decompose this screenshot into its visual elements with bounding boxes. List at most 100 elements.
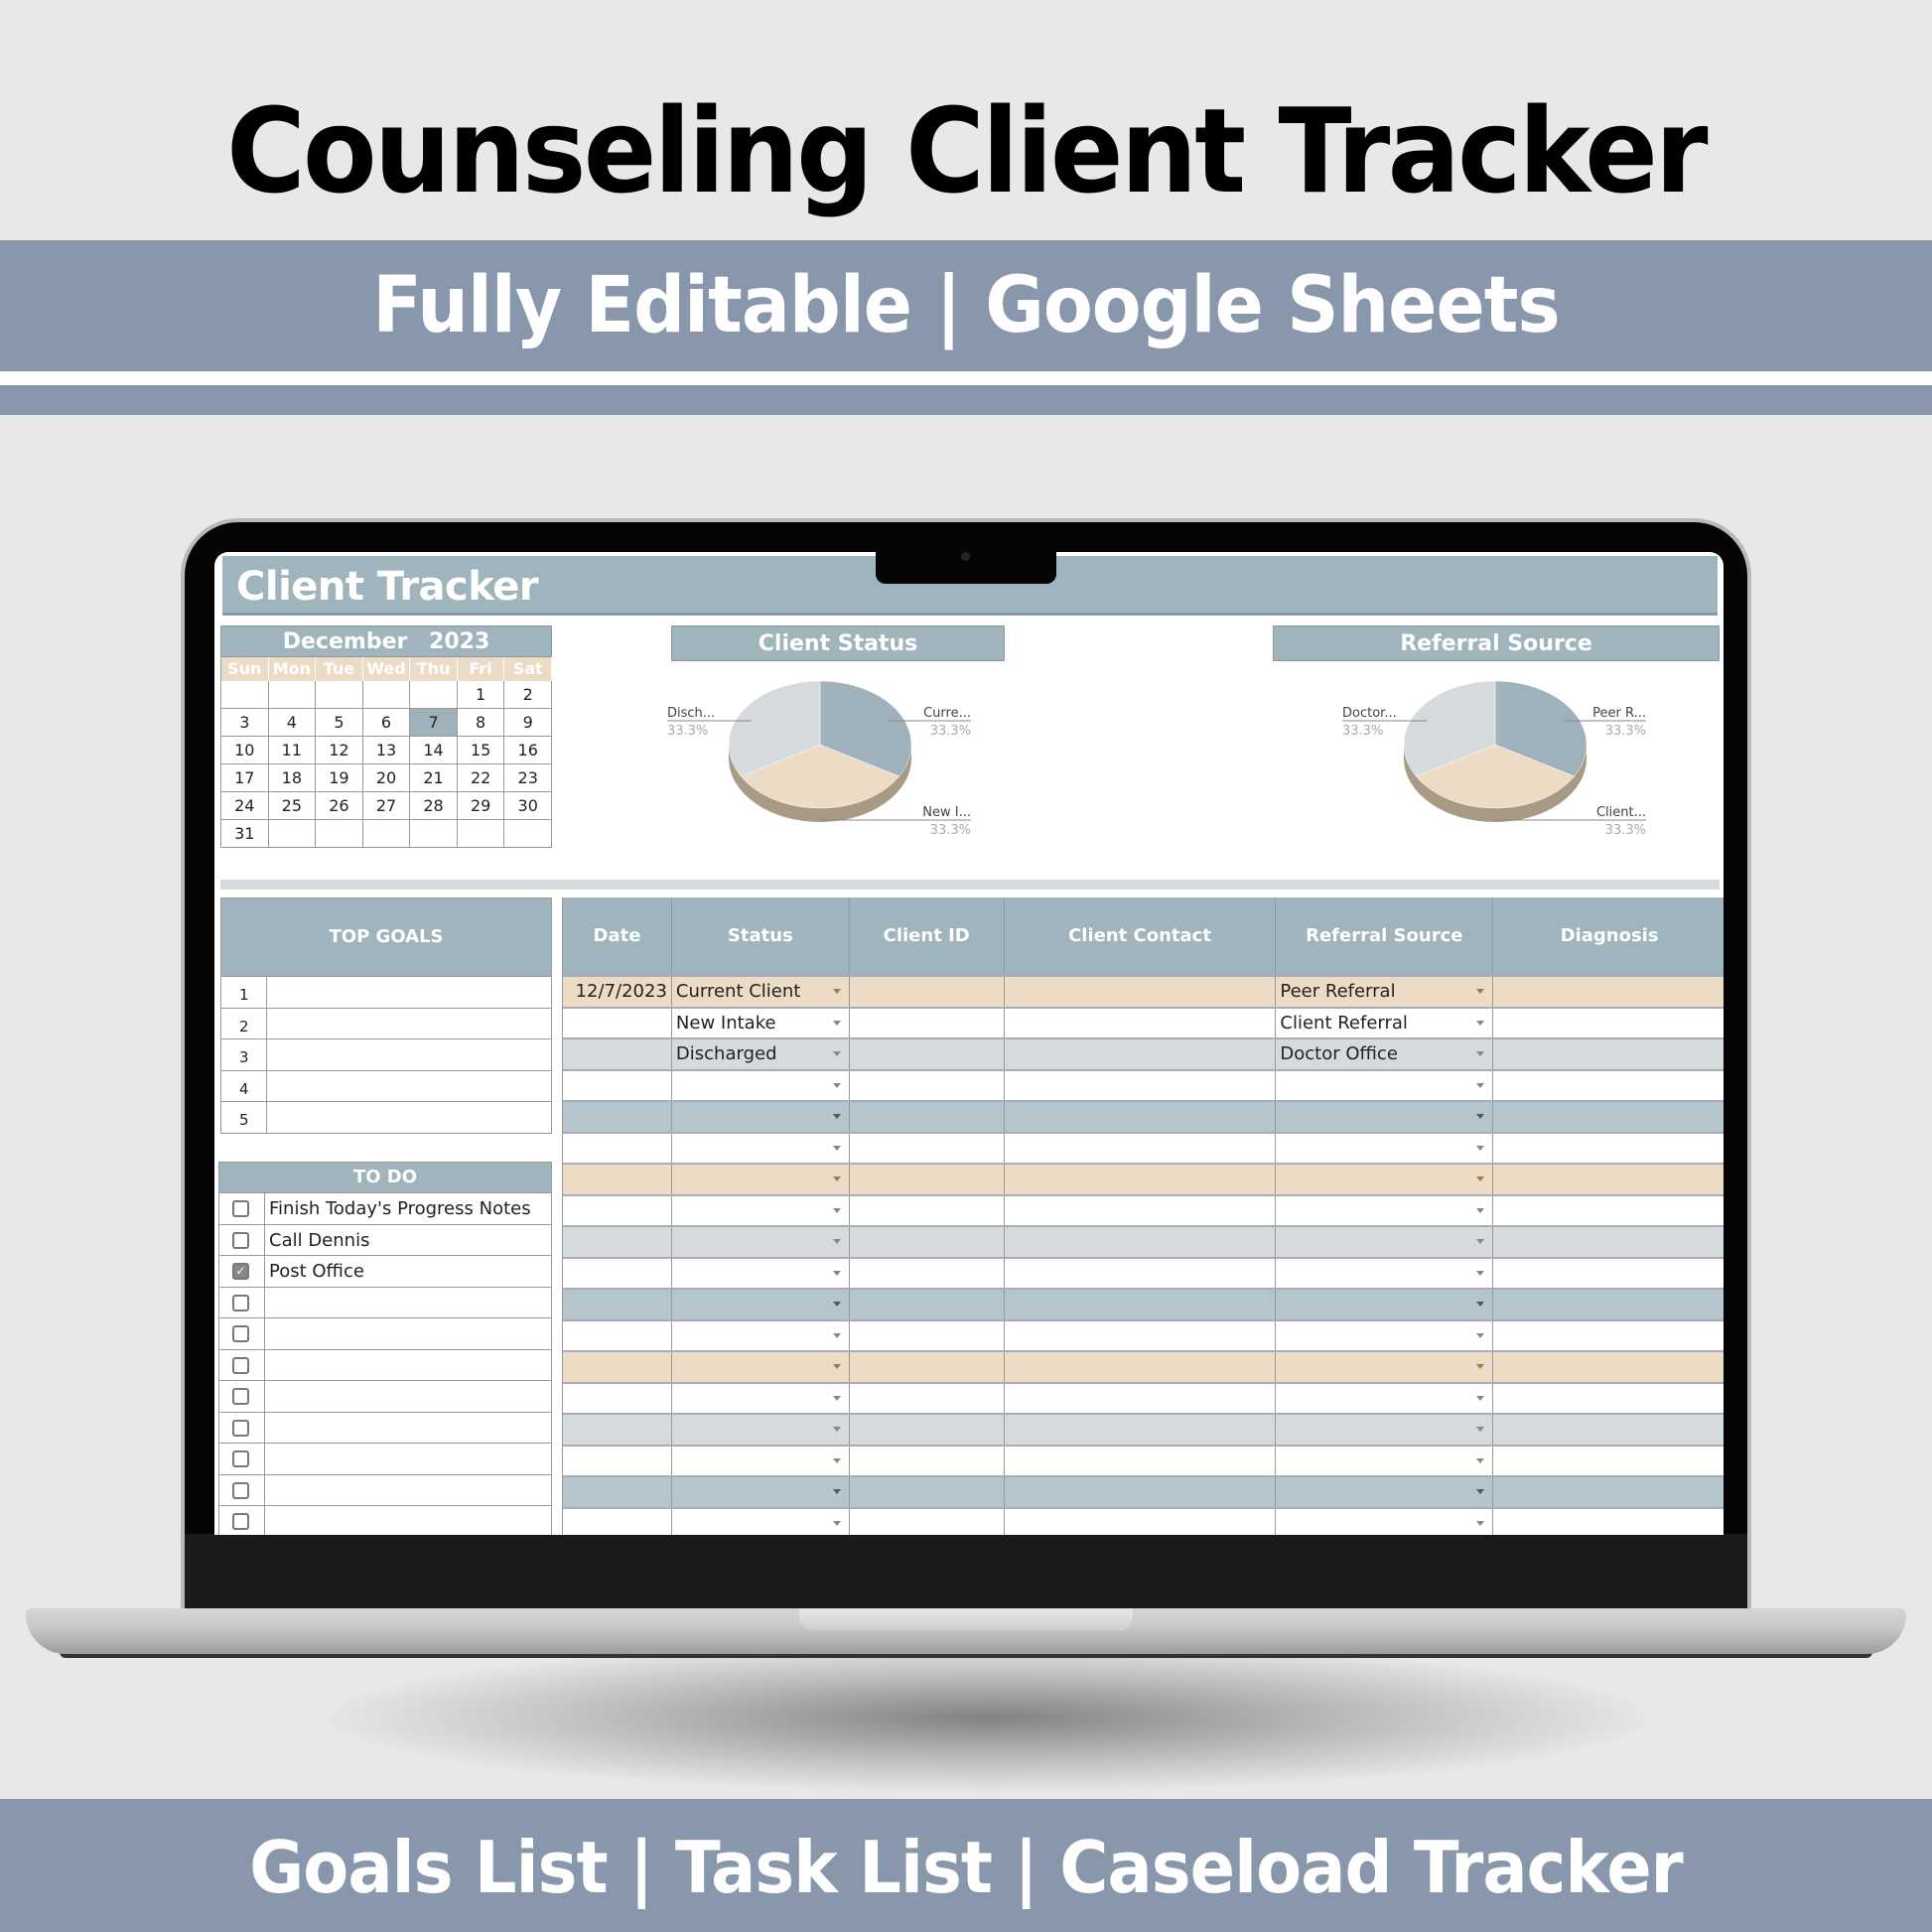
date-cell[interactable]: 12/7/2023 [563,977,672,1007]
client-id-cell[interactable] [850,1477,1005,1507]
status-dropdown[interactable] [672,1290,850,1319]
client-id-cell[interactable] [850,1070,1005,1100]
dropdown-arrow-icon[interactable] [832,1364,841,1369]
diagnosis-cell[interactable] [1493,1102,1724,1132]
dropdown-arrow-icon[interactable] [1476,1332,1485,1338]
calendar-day[interactable]: 17 [221,764,269,792]
checkbox[interactable] [232,1231,249,1249]
diagnosis-cell[interactable] [1493,1134,1724,1164]
diagnosis-cell[interactable] [1493,1321,1724,1351]
client-id-cell[interactable] [850,1008,1005,1037]
client-id-cell[interactable] [850,1133,1005,1163]
column-header-client-contact[interactable]: Client Contact [1005,897,1277,975]
todo-text[interactable] [265,1318,551,1349]
referral-source-dropdown[interactable]: Peer Referral [1276,977,1494,1007]
referral-source-dropdown[interactable] [1276,1290,1494,1319]
calendar-day[interactable]: 12 [316,737,363,764]
checkbox[interactable] [232,1481,249,1499]
todo-text[interactable]: Finish Today's Progress Notes [265,1193,551,1224]
dropdown-arrow-icon[interactable] [832,1332,841,1338]
client-contact-cell[interactable] [1005,1383,1277,1413]
dropdown-arrow-icon[interactable] [1476,1302,1485,1307]
diagnosis-cell[interactable] [1493,1165,1724,1194]
calendar-day[interactable]: 20 [362,764,411,792]
dropdown-arrow-icon[interactable] [832,989,841,994]
client-contact-cell[interactable] [1005,1008,1277,1037]
dropdown-arrow-icon[interactable] [1476,1489,1485,1494]
client-contact-cell[interactable] [1005,1102,1277,1132]
calendar-day[interactable]: 10 [221,737,269,764]
dropdown-arrow-icon[interactable] [832,1051,841,1056]
status-dropdown[interactable] [672,1258,850,1288]
calendar-day[interactable]: 28 [410,792,458,820]
status-dropdown[interactable] [672,1383,850,1413]
calendar-day[interactable]: 11 [268,737,317,764]
referral-source-dropdown[interactable] [1276,1165,1494,1194]
client-contact-cell[interactable] [1005,1320,1277,1350]
checkbox[interactable] [232,1356,249,1374]
date-cell[interactable] [563,1227,672,1257]
referral-source-dropdown[interactable]: Doctor Office [1276,1039,1494,1069]
referral-source-dropdown[interactable] [1276,1508,1494,1535]
dropdown-arrow-icon[interactable] [832,1082,841,1088]
referral-source-dropdown[interactable] [1276,1195,1494,1225]
calendar-day[interactable]: 6 [362,709,411,737]
calendar-day[interactable]: 15 [457,737,505,764]
diagnosis-cell[interactable] [1493,1196,1724,1226]
column-header-date[interactable]: Date [563,897,672,975]
checkbox[interactable] [232,1513,249,1530]
goal-input[interactable] [267,1102,551,1133]
dropdown-arrow-icon[interactable] [1476,1364,1485,1369]
checkbox[interactable] [232,1200,249,1217]
dropdown-arrow-icon[interactable] [832,1489,841,1494]
goal-input[interactable] [267,1071,551,1102]
dropdown-arrow-icon[interactable] [832,1395,841,1401]
dropdown-arrow-icon[interactable] [832,1427,841,1432]
date-cell[interactable] [563,1133,672,1163]
todo-text[interactable] [265,1350,551,1381]
calendar-day[interactable]: 25 [268,792,317,820]
dropdown-arrow-icon[interactable] [1476,1082,1485,1088]
date-cell[interactable] [563,1258,672,1288]
checkbox[interactable] [232,1294,249,1311]
status-dropdown[interactable] [672,1195,850,1225]
calendar-day[interactable]: 2 [504,681,552,709]
date-cell[interactable] [563,1195,672,1225]
referral-source-dropdown[interactable] [1276,1227,1494,1257]
date-cell[interactable] [563,1039,672,1069]
date-cell[interactable] [563,1477,672,1507]
date-cell[interactable] [563,1008,672,1037]
calendar-day[interactable]: 8 [457,709,505,737]
client-contact-cell[interactable] [1005,1195,1277,1225]
status-dropdown[interactable] [672,1227,850,1257]
dropdown-arrow-icon[interactable] [832,1457,841,1463]
diagnosis-cell[interactable] [1493,1009,1724,1038]
calendar-day[interactable]: 13 [362,737,411,764]
status-dropdown[interactable]: Current Client [672,977,850,1007]
date-cell[interactable] [563,1352,672,1382]
referral-source-dropdown[interactable] [1276,1102,1494,1132]
diagnosis-cell[interactable] [1493,1290,1724,1319]
date-cell[interactable] [563,1446,672,1475]
client-id-cell[interactable] [850,1508,1005,1535]
date-cell[interactable] [563,1290,672,1319]
calendar-day[interactable]: 24 [221,792,269,820]
checkbox[interactable] [232,1388,249,1405]
todo-text[interactable] [265,1413,551,1444]
calendar-day-today[interactable]: 7 [410,709,458,737]
dropdown-arrow-icon[interactable] [1476,1114,1485,1119]
dropdown-arrow-icon[interactable] [832,1020,841,1026]
checkbox[interactable] [232,1450,249,1467]
client-id-cell[interactable] [850,1290,1005,1319]
calendar-day[interactable]: 9 [504,709,552,737]
client-contact-cell[interactable] [1005,1258,1277,1288]
diagnosis-cell[interactable] [1493,1227,1724,1257]
client-id-cell[interactable] [850,977,1005,1007]
dropdown-arrow-icon[interactable] [1476,1207,1485,1213]
dropdown-arrow-icon[interactable] [832,1520,841,1526]
client-contact-cell[interactable] [1005,1039,1277,1069]
todo-text[interactable] [265,1288,551,1318]
dropdown-arrow-icon[interactable] [1476,1395,1485,1401]
referral-source-dropdown[interactable]: Client Referral [1276,1008,1494,1037]
client-id-cell[interactable] [850,1039,1005,1069]
